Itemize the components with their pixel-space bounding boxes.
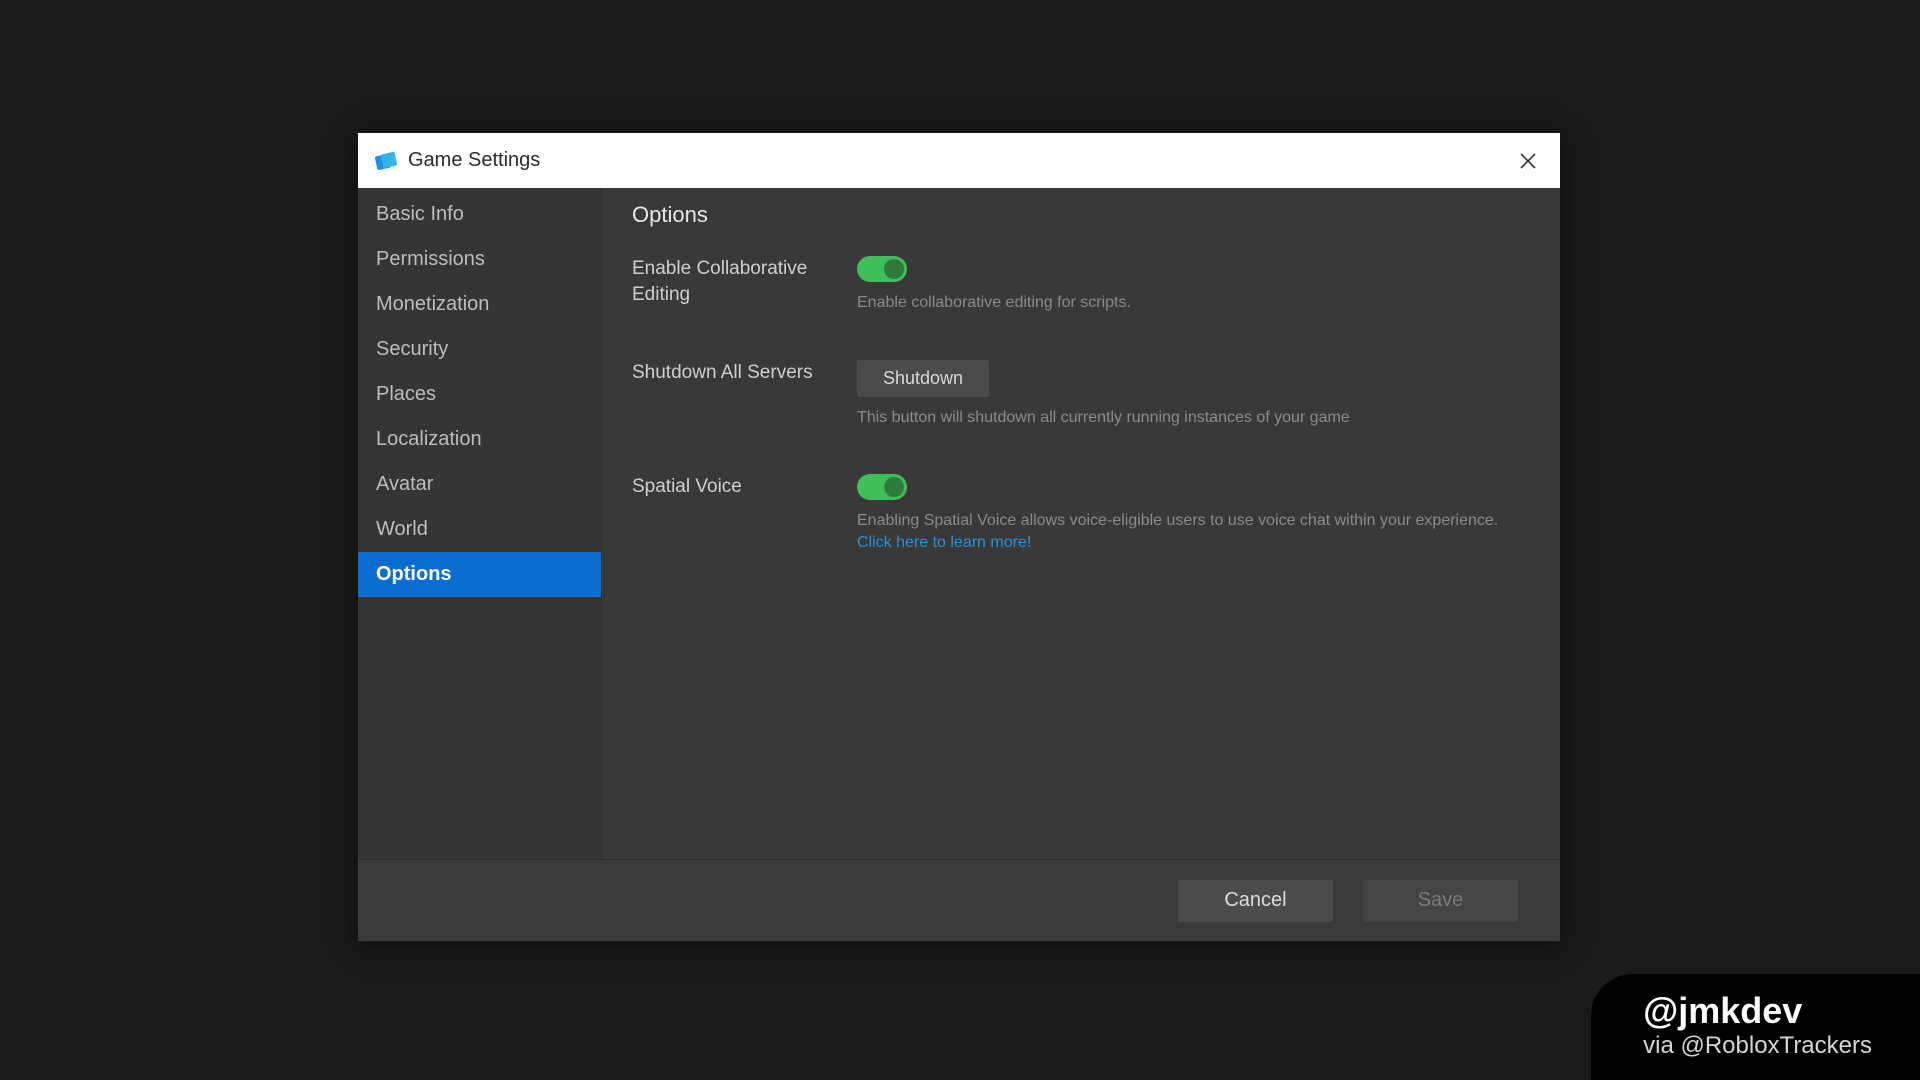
row-spatial-voice: Spatial Voice Enabling Spatial Voice all… bbox=[632, 474, 1530, 553]
collaborative-editing-toggle[interactable] bbox=[857, 256, 907, 282]
row-control: Shutdown This button will shutdown all c… bbox=[857, 360, 1530, 429]
row-description: This button will shutdown all currently … bbox=[857, 407, 1530, 429]
row-control: Enable collaborative editing for scripts… bbox=[857, 256, 1530, 314]
sidebar: Basic Info Permissions Monetization Secu… bbox=[358, 188, 602, 859]
sidebar-item-avatar[interactable]: Avatar bbox=[358, 462, 601, 507]
section-title: Options bbox=[632, 202, 1530, 228]
row-description: Enabling Spatial Voice allows voice-elig… bbox=[857, 510, 1530, 553]
save-button: Save bbox=[1363, 880, 1518, 922]
row-collaborative-editing: Enable Collaborative Editing Enable coll… bbox=[632, 256, 1530, 314]
watermark: @jmkdev via @RobloxTrackers bbox=[1591, 974, 1920, 1080]
row-control: Enabling Spatial Voice allows voice-elig… bbox=[857, 474, 1530, 553]
toggle-knob-icon bbox=[884, 259, 904, 279]
dialog-footer: Cancel Save bbox=[358, 859, 1560, 941]
row-label: Enable Collaborative Editing bbox=[632, 256, 857, 314]
row-shutdown-servers: Shutdown All Servers Shutdown This butto… bbox=[632, 360, 1530, 429]
shutdown-button[interactable]: Shutdown bbox=[857, 360, 989, 397]
sidebar-item-basic-info[interactable]: Basic Info bbox=[358, 192, 601, 237]
sidebar-item-monetization[interactable]: Monetization bbox=[358, 282, 601, 327]
roblox-studio-icon bbox=[374, 149, 398, 173]
titlebar-left: Game Settings bbox=[374, 149, 540, 173]
titlebar: Game Settings bbox=[358, 133, 1560, 188]
sidebar-item-world[interactable]: World bbox=[358, 507, 601, 552]
sidebar-item-permissions[interactable]: Permissions bbox=[358, 237, 601, 282]
spatial-voice-desc-text: Enabling Spatial Voice allows voice-elig… bbox=[857, 512, 1498, 529]
toggle-knob-icon bbox=[884, 477, 904, 497]
sidebar-item-options[interactable]: Options bbox=[358, 552, 601, 597]
watermark-sub: via @RobloxTrackers bbox=[1643, 1032, 1872, 1060]
dialog-title: Game Settings bbox=[408, 149, 540, 172]
row-label: Spatial Voice bbox=[632, 474, 857, 553]
close-button[interactable] bbox=[1512, 145, 1544, 177]
close-icon bbox=[1519, 152, 1537, 170]
sidebar-item-security[interactable]: Security bbox=[358, 327, 601, 372]
sidebar-item-localization[interactable]: Localization bbox=[358, 417, 601, 462]
cancel-button[interactable]: Cancel bbox=[1178, 880, 1333, 922]
row-label: Shutdown All Servers bbox=[632, 360, 857, 429]
dialog-body: Basic Info Permissions Monetization Secu… bbox=[358, 188, 1560, 859]
spatial-voice-toggle[interactable] bbox=[857, 474, 907, 500]
sidebar-item-places[interactable]: Places bbox=[358, 372, 601, 417]
watermark-main: @jmkdev bbox=[1643, 992, 1872, 1030]
game-settings-dialog: Game Settings Basic Info Permissions Mon… bbox=[358, 133, 1560, 941]
options-panel: Options Enable Collaborative Editing Ena… bbox=[602, 188, 1560, 859]
row-description: Enable collaborative editing for scripts… bbox=[857, 292, 1530, 314]
learn-more-link[interactable]: Click here to learn more! bbox=[857, 534, 1031, 551]
